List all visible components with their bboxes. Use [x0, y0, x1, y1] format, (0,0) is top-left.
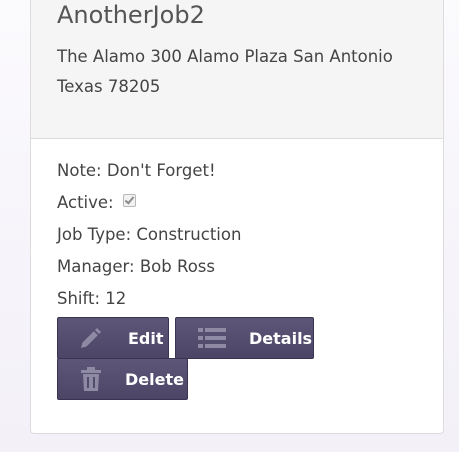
delete-button-label: Delete	[125, 370, 184, 389]
trash-icon	[80, 367, 102, 395]
list-icon	[198, 328, 226, 352]
details-button-label: Details	[249, 329, 313, 348]
job-shift: Shift: 12	[57, 289, 127, 308]
delete-button[interactable]: Delete	[57, 358, 188, 400]
pencil-icon	[78, 327, 102, 355]
job-active-row: Active:	[57, 193, 136, 212]
active-label: Active:	[57, 193, 114, 212]
edit-button-label: Edit	[128, 329, 164, 348]
job-card-header: AnotherJob2 The Alamo 300 Alamo Plaza Sa…	[31, 0, 443, 139]
job-type: Job Type: Construction	[57, 225, 242, 244]
edit-button[interactable]: Edit	[57, 317, 169, 359]
job-note: Note: Don't Forget!	[57, 161, 216, 180]
job-address: The Alamo 300 Alamo Plaza San Antonio Te…	[57, 47, 393, 96]
details-button[interactable]: Details	[175, 317, 314, 359]
job-title: AnotherJob2	[57, 1, 205, 29]
active-checkbox	[122, 194, 136, 207]
job-card: AnotherJob2 The Alamo 300 Alamo Plaza Sa…	[30, 0, 444, 434]
job-manager: Manager: Bob Ross	[57, 257, 215, 276]
